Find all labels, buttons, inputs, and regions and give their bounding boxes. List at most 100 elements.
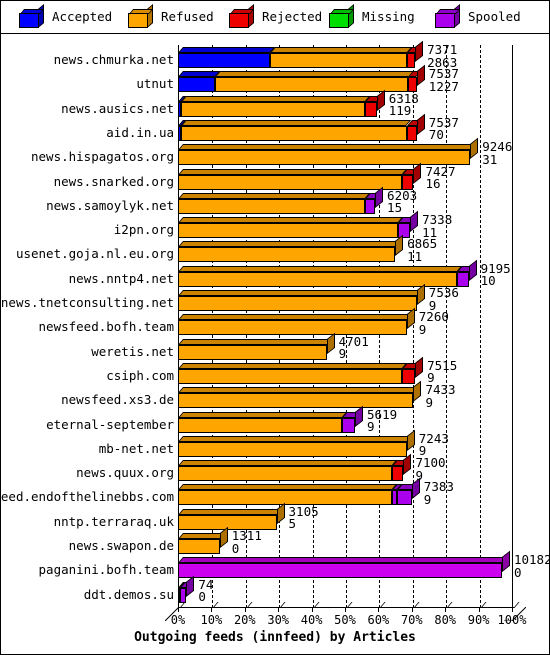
stacked-bar[interactable] <box>178 380 422 409</box>
bar-value-labels: 7536 9 <box>429 286 459 312</box>
bar-segment-rejected[interactable] <box>406 53 416 68</box>
stacked-bar[interactable] <box>178 113 425 141</box>
bar-segment-refused[interactable] <box>178 198 366 214</box>
bar-end-face <box>470 137 479 160</box>
stacked-bar[interactable] <box>178 526 228 554</box>
bar-segment-top <box>181 95 371 102</box>
bar-segment-refused[interactable] <box>178 368 402 384</box>
y-axis-category-label: nntp.terraraq.uk <box>53 513 174 529</box>
bar-segment-rejected[interactable] <box>406 125 417 141</box>
y-axis-category-label: news.tnetconsulting.net <box>0 295 174 310</box>
stacked-bar[interactable] <box>178 283 425 311</box>
bar-segment-refused[interactable] <box>178 174 402 190</box>
bar-segment-refused[interactable] <box>178 393 414 409</box>
stacked-bar[interactable] <box>178 356 424 384</box>
stacked-bar[interactable] <box>178 405 364 433</box>
stacked-bar[interactable] <box>178 210 419 239</box>
bar-row[interactable]: aid.in.ua 7537 70 <box>1 113 549 146</box>
bar-segment-refused[interactable] <box>214 77 409 93</box>
cube-icon <box>128 3 154 28</box>
stacked-bar[interactable] <box>178 40 424 68</box>
bar-segment-refused[interactable] <box>178 150 471 166</box>
bar-value-labels: 7537 70 <box>428 116 459 143</box>
stacked-bar[interactable] <box>178 89 385 117</box>
stacked-bar[interactable] <box>178 453 412 482</box>
bar-segment-refused[interactable] <box>178 344 327 360</box>
bar-row[interactable]: news.snarked.org 7427 16 <box>1 162 549 195</box>
bar-segment-spooled[interactable] <box>341 417 356 433</box>
stacked-bar[interactable] <box>178 575 195 603</box>
bar-segment-refused[interactable] <box>181 125 407 141</box>
bar-segment-accepted[interactable] <box>178 53 270 68</box>
bar-value-labels: 7427 16 <box>425 165 455 191</box>
bar-row[interactable]: news.tnetconsulting.net 7536 9 <box>0 283 549 316</box>
bar-segment-refused[interactable] <box>178 466 392 482</box>
bar-segment-refused[interactable] <box>178 223 399 239</box>
bar-row[interactable]: news.hispagatos.org 9246 31 <box>1 137 549 170</box>
legend-label: Refused <box>161 9 214 24</box>
bar-value-labels: 7338 11 <box>422 214 452 239</box>
stacked-bar[interactable] <box>178 65 425 93</box>
bar-segment-refused[interactable] <box>178 271 457 287</box>
bar-segment-refused[interactable] <box>178 247 396 263</box>
bar-segment-refused[interactable] <box>181 101 366 117</box>
bar-segment-spooled[interactable] <box>365 198 376 214</box>
bar-segment-refused[interactable] <box>269 53 407 68</box>
bar-segment-rejected[interactable] <box>365 101 377 117</box>
stacked-bar[interactable] <box>178 235 404 263</box>
cube-icon <box>229 3 255 28</box>
bar-segment-rejected[interactable] <box>401 368 416 384</box>
cube-face <box>329 13 349 28</box>
bar-segment-top <box>178 265 462 272</box>
bar-row[interactable]: ddt.demos.su 74 0 <box>1 575 549 608</box>
bar-segment-refused[interactable] <box>178 539 220 554</box>
bar-value: 9 <box>423 491 432 507</box>
stacked-bar[interactable] <box>178 186 384 214</box>
bar-segment-refused[interactable] <box>178 441 407 457</box>
bar-row[interactable]: news.swapon.de 1311 0 <box>1 526 549 559</box>
bar-value-labels: 5619 9 <box>367 408 397 434</box>
bar-row[interactable]: utnut 7537 1227 <box>1 65 549 97</box>
bar-segment-refused[interactable] <box>178 320 407 336</box>
stacked-bar[interactable] <box>178 137 479 166</box>
bar-row[interactable]: eternal-september 5619 9 <box>1 405 549 438</box>
bar-segment-top <box>178 484 397 491</box>
bar-row[interactable]: i2pn.org 7338 11 <box>1 210 549 243</box>
bar-value-labels: 9246 31 <box>482 141 512 166</box>
bar-segment-refused[interactable] <box>178 417 342 433</box>
bar-segment-spooled[interactable] <box>178 563 502 579</box>
bar-segment-top <box>178 460 397 467</box>
stacked-bar[interactable] <box>178 162 422 190</box>
bar-segment-top <box>178 508 282 515</box>
bar-value-labels: 7260 9 <box>419 311 449 336</box>
bar-row[interactable]: csiph.com 7515 9 <box>1 356 549 389</box>
bar-segment-refused[interactable] <box>178 296 417 311</box>
chart-legend: Accepted Refused Rejected Missing Spooled <box>1 1 549 34</box>
bar-row[interactable]: weretis.net 4701 9 <box>1 332 549 365</box>
bar-row[interactable]: mb-net.net 7243 9 <box>1 429 549 462</box>
bar-value: 70 <box>428 127 444 143</box>
bar-row[interactable]: news.quux.org 7100 9 <box>1 453 549 486</box>
bar-row[interactable]: news.samoylyk.net 6203 15 <box>1 186 549 219</box>
stacked-bar[interactable] <box>178 551 510 579</box>
bar-row[interactable]: news.nntp4.net 9195 10 <box>1 259 549 292</box>
y-axis-category-label: paganini.bofh.team <box>38 562 174 578</box>
stacked-bar[interactable] <box>178 308 415 336</box>
bar-segment-accepted[interactable] <box>178 77 215 93</box>
bar-row[interactable]: news.chmurka.net 7371 2863 <box>1 40 549 73</box>
bar-segment-rejected[interactable] <box>391 466 404 482</box>
stacked-bar[interactable] <box>178 429 415 457</box>
bar-row[interactable]: nntp.terraraq.uk 3105 5 <box>1 502 549 535</box>
bar-value: 119 <box>388 103 412 119</box>
bar-value: 9 <box>338 346 347 362</box>
bar-row[interactable]: newsfeed.endofthelinebbs.com 73839 <box>1 478 549 510</box>
bar-segment-spooled[interactable] <box>396 490 412 506</box>
bar-value: 0 <box>513 564 522 580</box>
bar-value-labels: 7515 9 <box>427 359 457 385</box>
bar-row[interactable]: newsfeed.bofh.team 7260 9 <box>1 308 549 340</box>
stacked-bar[interactable] <box>178 332 335 360</box>
bar-row[interactable]: paganini.bofh.team 10182 0 <box>1 551 549 583</box>
bar-row[interactable]: newsfeed.xs3.de 7433 9 <box>1 380 549 413</box>
bar-row[interactable]: usenet.goja.nl.eu.org 6865 11 <box>1 235 549 267</box>
bar-row[interactable]: news.ausics.net 6318 119 <box>1 89 549 122</box>
